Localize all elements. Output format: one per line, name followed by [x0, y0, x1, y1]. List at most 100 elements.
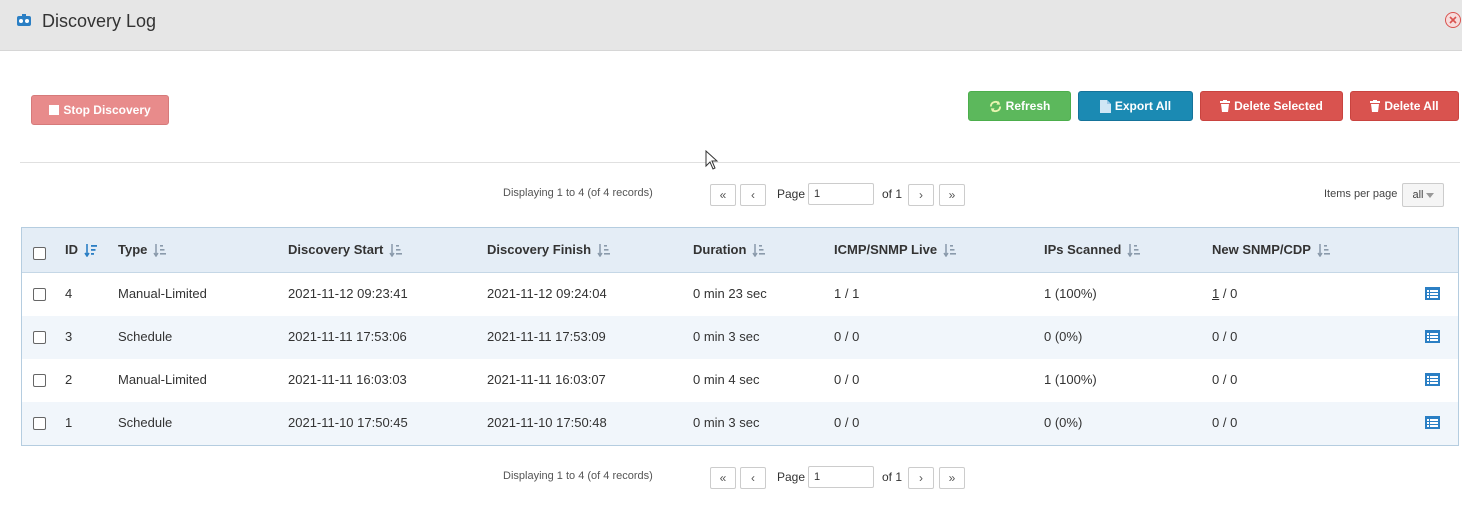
cell-finish: 2021-11-11 17:53:09	[487, 329, 606, 344]
new-snmp-sep: /	[1222, 372, 1227, 387]
cell-finish: 2021-11-10 17:50:48	[487, 415, 607, 430]
cell-start: 2021-11-11 17:53:06	[288, 329, 407, 344]
new-snmp-value: 0	[1212, 415, 1220, 430]
column-header-label: IPs Scanned	[1044, 242, 1122, 257]
pager-top-info: Displaying 1 to 4 (of 4 records)	[503, 187, 653, 199]
details-grid-icon[interactable]	[1425, 416, 1440, 429]
window-titlebar: Discovery Log	[0, 0, 1462, 51]
new-cdp-value: 0	[1230, 415, 1238, 430]
table-row: 3 Schedule 2021-11-11 17:53:06 2021-11-1…	[22, 316, 1458, 359]
items-per-page-label: Items per page	[1324, 188, 1398, 200]
pager-top-of-label: of 1	[882, 187, 903, 201]
cell-scanned: 1 (100%)	[1044, 372, 1097, 387]
sort-icon	[943, 243, 957, 257]
delete-all-label: Delete All	[1384, 99, 1439, 113]
export-all-button[interactable]: Export All	[1078, 91, 1193, 121]
select-all-checkbox[interactable]	[33, 247, 46, 260]
column-header-label: New SNMP/CDP	[1212, 242, 1311, 257]
items-per-page-select[interactable]: all	[1402, 183, 1444, 207]
pager-top-first-button[interactable]: «	[710, 184, 736, 206]
cell-start: 2021-11-11 16:03:03	[288, 372, 407, 387]
row-checkbox[interactable]	[33, 374, 46, 387]
row-checkbox[interactable]	[33, 288, 46, 301]
pager-bottom-next-button[interactable]: ›	[908, 467, 934, 489]
cell-scanned: 1 (100%)	[1044, 286, 1097, 301]
cell-scanned: 0 (0%)	[1044, 415, 1083, 430]
column-header-discovery-start[interactable]: Discovery Start	[288, 242, 403, 257]
pager-top-page-input[interactable]	[808, 183, 874, 205]
cell-new-snmp-cdp: 0 / 0	[1212, 372, 1237, 387]
refresh-button[interactable]: Refresh	[968, 91, 1071, 121]
stop-icon	[49, 105, 60, 115]
column-header-id[interactable]: ID	[65, 242, 98, 257]
pager-top-next-button[interactable]: ›	[908, 184, 934, 206]
cell-duration: 0 min 3 sec	[693, 415, 760, 430]
trash-icon	[1370, 100, 1381, 112]
cell-duration: 0 min 4 sec	[693, 372, 760, 387]
table-row: 2 Manual-Limited 2021-11-11 16:03:03 202…	[22, 359, 1458, 402]
pager-bottom-prev-button[interactable]: ‹	[740, 467, 766, 489]
new-cdp-value: 0	[1230, 286, 1238, 301]
column-header-icmp-snmp-live[interactable]: ICMP/SNMP Live	[834, 242, 957, 257]
sort-icon	[1127, 243, 1141, 257]
new-snmp-value: 0	[1212, 372, 1220, 387]
sort-active-icon	[84, 243, 97, 257]
row-checkbox[interactable]	[33, 331, 46, 344]
cell-start: 2021-11-10 17:50:45	[288, 415, 408, 430]
chevron-down-icon	[1425, 192, 1434, 198]
new-snmp-link[interactable]: 1	[1212, 286, 1219, 301]
stop-discovery-label: Stop Discovery	[63, 103, 151, 117]
cell-id: 2	[65, 372, 73, 387]
pager-bottom-first-button[interactable]: «	[710, 467, 736, 489]
table-header: ID Type Discovery Start Discovery Finish…	[22, 228, 1458, 273]
trash-icon	[1220, 100, 1231, 112]
sort-icon	[597, 243, 611, 257]
cell-type: Manual-Limited	[118, 372, 207, 387]
sort-icon	[153, 243, 167, 257]
cell-scanned: 0 (0%)	[1044, 329, 1083, 344]
items-per-page-value: all	[1412, 189, 1424, 201]
cell-id: 4	[65, 286, 73, 301]
cell-finish: 2021-11-12 09:24:04	[487, 286, 607, 301]
column-header-type[interactable]: Type	[118, 242, 167, 257]
cell-duration: 0 min 23 sec	[693, 286, 767, 301]
column-header-label: Type	[118, 242, 148, 257]
column-header-label: ID	[65, 242, 78, 257]
window-title: Discovery Log	[42, 11, 157, 31]
row-checkbox[interactable]	[33, 417, 46, 430]
pager-bottom-info: Displaying 1 to 4 (of 4 records)	[503, 470, 653, 482]
table-row: 4 Manual-Limited 2021-11-12 09:23:41 202…	[22, 273, 1458, 316]
cell-new-snmp-cdp: 1 / 0	[1212, 286, 1237, 301]
discovery-log-table: ID Type Discovery Start Discovery Finish…	[21, 227, 1459, 446]
pager-top-prev-button[interactable]: ‹	[740, 184, 766, 206]
cell-live: 0 / 0	[834, 372, 860, 387]
column-header-ips-scanned[interactable]: IPs Scanned	[1044, 242, 1141, 257]
column-header-discovery-finish[interactable]: Discovery Finish	[487, 242, 611, 257]
delete-all-button[interactable]: Delete All	[1350, 91, 1459, 121]
pager-bottom-page-input[interactable]	[808, 466, 874, 488]
sort-icon	[1317, 243, 1330, 257]
column-header-new-snmp-cdp[interactable]: New SNMP/CDP	[1212, 242, 1331, 257]
close-icon[interactable]	[1445, 12, 1461, 28]
sort-icon	[752, 243, 766, 257]
stop-discovery-button[interactable]: Stop Discovery	[31, 95, 169, 125]
delete-selected-button[interactable]: Delete Selected	[1200, 91, 1343, 121]
document-icon	[1099, 99, 1111, 113]
new-snmp-value: 0	[1212, 329, 1220, 344]
divider	[20, 162, 1460, 163]
pager-bottom-of-label: of 1	[882, 470, 903, 484]
pager-bottom-last-button[interactable]: »	[939, 467, 965, 489]
refresh-icon	[989, 100, 1001, 112]
new-snmp-sep: /	[1222, 286, 1227, 301]
new-snmp-sep: /	[1222, 415, 1227, 430]
app-icon	[17, 14, 31, 26]
details-grid-icon[interactable]	[1425, 287, 1440, 300]
column-header-duration[interactable]: Duration	[693, 242, 766, 257]
cell-start: 2021-11-12 09:23:41	[288, 286, 408, 301]
sort-icon	[389, 243, 403, 257]
pager-top-last-button[interactable]: »	[939, 184, 965, 206]
export-all-label: Export All	[1114, 99, 1172, 113]
cell-id: 1	[65, 415, 73, 430]
details-grid-icon[interactable]	[1425, 330, 1440, 343]
details-grid-icon[interactable]	[1425, 373, 1440, 386]
